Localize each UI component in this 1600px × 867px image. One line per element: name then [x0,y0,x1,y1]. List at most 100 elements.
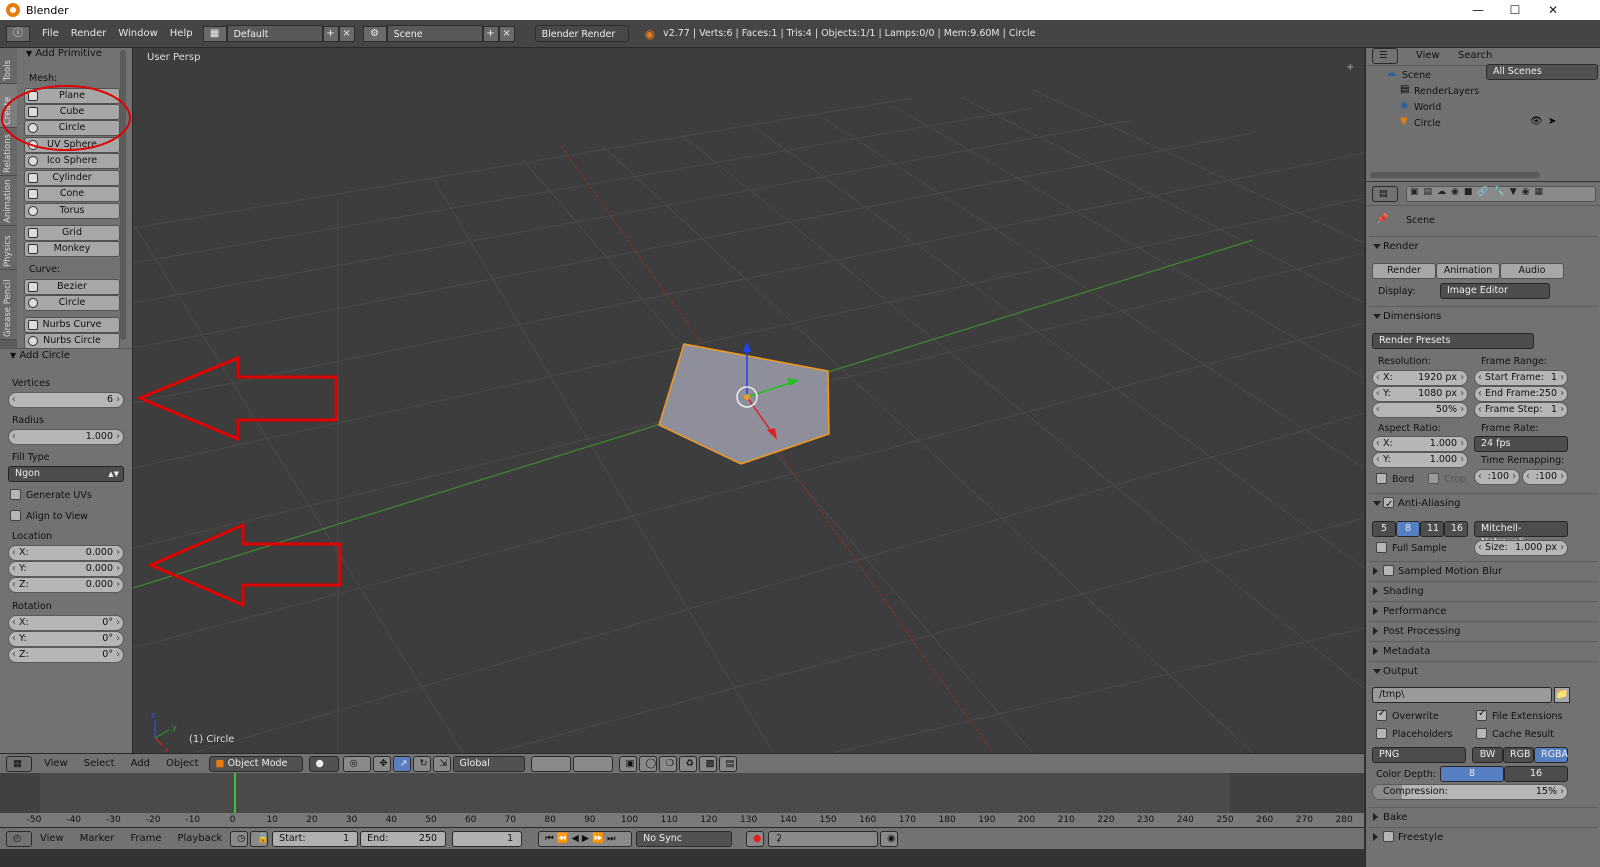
render-button[interactable]: Render [1372,263,1436,279]
aa-size-field[interactable]: Size:1.000 px [1474,540,1568,556]
tab-physics[interactable]: Physics [0,226,17,270]
compression-slider[interactable]: Compression:15% [1372,784,1568,800]
freestyle-checkbox[interactable] [1383,831,1394,842]
add-nurbs-circle-button[interactable]: Nurbs Circle [24,333,120,349]
add-uv-sphere-button[interactable]: UV Sphere [24,137,120,153]
3d-viewport[interactable]: y x z User Persp (1) Circle + [133,48,1364,753]
anti-aliasing-checkbox[interactable] [1383,495,1394,514]
rotate-manipulator[interactable]: ↻ [412,755,431,772]
tl-menu-view[interactable]: View [32,833,72,844]
frame-step-field[interactable]: Frame Step:1 [1474,402,1568,418]
tool-shelf-scrollbar[interactable] [120,50,126,340]
audio-button[interactable]: Audio [1500,263,1564,279]
screen-layout-icon[interactable]: ▦ [202,25,227,42]
file-format-select[interactable]: PNG [1372,747,1466,763]
render-panel-header[interactable]: Render [1369,236,1597,255]
vertices-field[interactable]: 6 [8,392,124,408]
properties-type-icon[interactable]: ▤ [1372,186,1398,202]
insert-keyframe-icon[interactable]: ◉ [880,830,899,847]
tab-animation[interactable]: Animation [0,176,17,226]
motion-blur-checkbox[interactable] [1383,565,1394,576]
aa-samples-8[interactable]: 8 [1396,521,1420,537]
bake-panel-header[interactable]: Bake [1369,807,1597,826]
add-circle-panel-header[interactable]: ▼ Add Circle [10,350,70,361]
menu-select[interactable]: Select [76,758,123,769]
pivot-select[interactable]: ◎ [342,755,371,772]
sampled-motion-blur-panel-header[interactable]: Sampled Motion Blur [1369,561,1597,580]
lock-frame-icon[interactable]: 🔒 [250,830,269,847]
add-grid-button[interactable]: Grid [24,225,120,241]
add-plane-button[interactable]: Plane [24,88,120,104]
selectable-cursor-icon[interactable]: ➤ [1548,116,1556,127]
animation-button[interactable]: Animation [1436,263,1500,279]
current-frame-marker[interactable] [234,773,236,813]
add-monkey-button[interactable]: Monkey [24,241,120,257]
shading-panel-header[interactable]: Shading [1369,581,1597,600]
layers-grid-1[interactable] [530,755,571,772]
location-x-field[interactable]: X:0.000 [8,545,124,561]
lock-camera-icon[interactable]: ▣ [618,755,637,772]
opengl-render-icon[interactable]: ▤ [718,755,737,772]
border-checkbox[interactable] [1376,473,1387,484]
record-button[interactable]: ● [746,830,765,847]
layers-grid-2[interactable] [572,755,613,772]
editor-type-timeline-icon[interactable]: ◴ [6,830,32,847]
align-to-view-checkbox[interactable] [10,510,21,521]
aspect-x-field[interactable]: X:1.000 [1372,436,1468,452]
tab-tools[interactable]: Tools [0,48,17,84]
rotation-y-field[interactable]: Y:0° [8,631,124,647]
end-frame-field[interactable]: End: 250 [360,830,447,847]
aa-filter-select[interactable]: Mitchell-Netravali [1474,521,1568,548]
scale-manipulator[interactable]: ⇲ [432,755,451,772]
add-primitive-panel-header[interactable]: ▼ Add Primitive [26,48,122,62]
playback-controls[interactable]: ⏮ ⏪ ◀ ▶ ⏩ ⏭ [538,830,633,847]
metadata-panel-header[interactable]: Metadata [1369,641,1597,660]
full-sample-checkbox[interactable] [1376,542,1387,553]
overwrite-checkbox[interactable] [1376,708,1387,721]
rotation-x-field[interactable]: X:0° [8,615,124,631]
properties-context-tabs[interactable]: ▣▤☁◉■🔗🔧▼◉▦ [1406,186,1596,202]
close-window-button[interactable]: ✕ [1535,0,1571,20]
add-cube-button[interactable]: Cube [24,104,120,120]
editor-type-3d-icon[interactable]: ▦ [6,755,32,772]
add-torus-button[interactable]: Torus [24,203,120,219]
proportional-edit-icon[interactable]: ◯ [638,755,657,772]
orientation-select[interactable]: Global [452,755,525,772]
preview-range-icon[interactable]: ◷ [230,830,249,847]
file-extensions-checkbox[interactable] [1476,708,1487,721]
end-frame-prop-field[interactable]: End Frame:250 [1474,386,1568,402]
anti-aliasing-panel-header[interactable]: Anti-Aliasing [1369,493,1597,514]
color-mode-rgb[interactable]: RGB [1503,747,1534,763]
current-frame-field[interactable]: 1 [452,830,523,847]
add-ico-sphere-button[interactable]: Ico Sphere [24,153,120,169]
menu-file[interactable]: File [36,28,65,39]
generate-uvs-checkbox[interactable] [10,489,21,500]
rotation-z-field[interactable]: Z:0° [8,647,124,663]
resolution-x-field[interactable]: X:1920 px [1372,370,1468,386]
post-processing-panel-header[interactable]: Post Processing [1369,621,1597,640]
translate-manipulator[interactable]: ↗ [392,755,411,772]
display-select[interactable]: Image Editor [1440,283,1550,299]
editor-type-icon[interactable]: ⓘ [6,25,30,42]
outliner-item-world[interactable]: ◉ World [1370,100,1595,116]
add-scene-icon[interactable]: + [482,25,499,42]
resolution-y-field[interactable]: Y:1080 px [1372,386,1468,402]
outliner-menu-view[interactable]: View [1408,50,1448,61]
menu-add[interactable]: Add [123,758,158,769]
remove-scene-icon[interactable]: × [498,25,515,42]
location-z-field[interactable]: Z:0.000 [8,577,124,593]
outliner-scrollbar[interactable] [1370,172,1540,178]
tl-menu-marker[interactable]: Marker [72,833,123,844]
performance-panel-header[interactable]: Performance [1369,601,1597,620]
snap-element-icon[interactable]: ♻ [678,755,697,772]
mode-select[interactable]: ■ Object Mode [208,755,303,772]
keying-set-field[interactable]: ⚳ [768,830,879,847]
scene-field[interactable]: Scene [386,25,483,42]
freestyle-panel-header[interactable]: Freestyle [1369,827,1597,846]
properties-toggle-icon[interactable]: + [1346,62,1354,73]
render-preview-icon[interactable]: ▩ [698,755,717,772]
crop-checkbox[interactable] [1428,473,1439,484]
location-y-field[interactable]: Y:0.000 [8,561,124,577]
fill-type-select[interactable]: Ngon ▲▼ [8,466,124,482]
tl-menu-frame[interactable]: Frame [122,833,169,844]
